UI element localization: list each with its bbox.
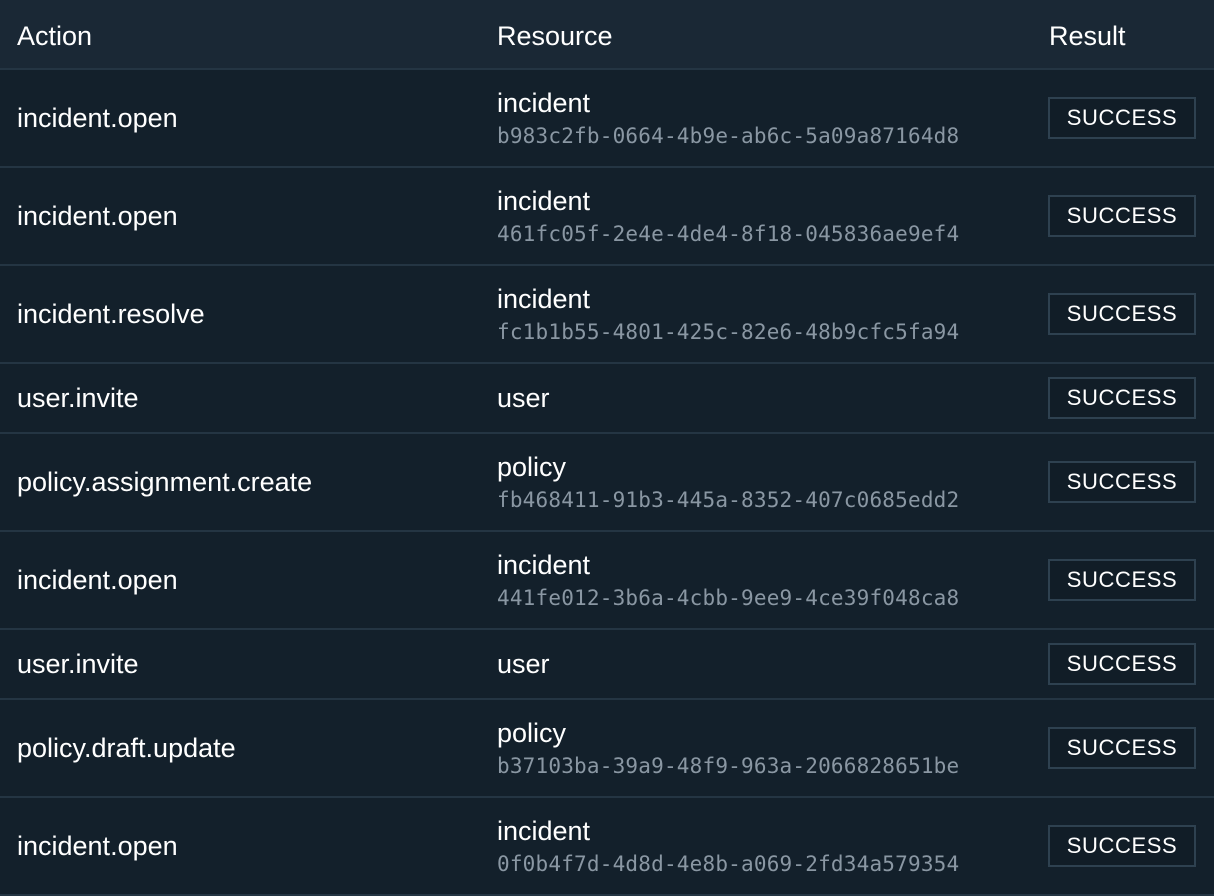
action-cell: user.invite	[17, 382, 139, 413]
column-header-resource[interactable]: Resource	[497, 0, 613, 70]
resource-id: b37103ba-39a9-48f9-963a-2066828651be	[497, 753, 960, 778]
resource-id: 461fc05f-2e4e-4de4-8f18-045836ae9ef4	[497, 221, 960, 246]
table-row[interactable]: user.invite user SUCCESS	[0, 364, 1214, 434]
result-cell: SUCCESS	[1048, 630, 1196, 698]
status-badge: SUCCESS	[1048, 643, 1196, 685]
resource-id: fc1b1b55-4801-425c-82e6-48b9cfc5fa94	[497, 319, 960, 344]
status-badge: SUCCESS	[1048, 559, 1196, 601]
result-cell: SUCCESS	[1048, 434, 1196, 530]
action-cell: incident.open	[17, 102, 178, 133]
resource-type: user	[497, 383, 550, 413]
result-cell: SUCCESS	[1048, 532, 1196, 628]
resource-type: incident	[497, 815, 591, 846]
resource-cell: incident 461fc05f-2e4e-4de4-8f18-045836a…	[497, 168, 959, 264]
table-row[interactable]: incident.open incident 461fc05f-2e4e-4de…	[0, 168, 1214, 266]
result-cell: SUCCESS	[1048, 798, 1196, 894]
table-row[interactable]: incident.resolve incident fc1b1b55-4801-…	[0, 266, 1214, 364]
resource-type: policy	[497, 451, 567, 482]
action-cell: policy.draft.update	[17, 732, 236, 763]
result-cell: SUCCESS	[1048, 168, 1196, 264]
resource-type: incident	[497, 283, 591, 314]
action-cell: incident.resolve	[17, 298, 205, 329]
audit-log-table: Action Resource Result incident.open inc…	[0, 0, 1214, 896]
resource-type: incident	[497, 549, 591, 580]
resource-cell: user	[497, 630, 550, 698]
table-row[interactable]: incident.open incident 441fe012-3b6a-4cb…	[0, 532, 1214, 630]
status-badge: SUCCESS	[1048, 377, 1196, 419]
resource-cell: incident 0f0b4f7d-4d8d-4e8b-a069-2fd34a5…	[497, 798, 959, 894]
table-row[interactable]: incident.open incident 0f0b4f7d-4d8d-4e8…	[0, 798, 1214, 896]
result-cell: SUCCESS	[1048, 266, 1196, 362]
resource-cell: incident fc1b1b55-4801-425c-82e6-48b9cfc…	[497, 266, 959, 362]
resource-cell: incident 441fe012-3b6a-4cbb-9ee9-4ce39f0…	[497, 532, 959, 628]
resource-type: policy	[497, 717, 567, 748]
resource-id: 441fe012-3b6a-4cbb-9ee9-4ce39f048ca8	[497, 585, 960, 610]
action-cell: incident.open	[17, 200, 178, 231]
result-cell: SUCCESS	[1048, 364, 1196, 432]
table-header: Action Resource Result	[0, 0, 1214, 70]
result-cell: SUCCESS	[1048, 700, 1196, 796]
status-badge: SUCCESS	[1048, 293, 1196, 335]
resource-cell: incident b983c2fb-0664-4b9e-ab6c-5a09a87…	[497, 70, 959, 166]
column-header-action[interactable]: Action	[17, 0, 92, 70]
resource-id: fb468411-91b3-445a-8352-407c0685edd2	[497, 487, 960, 512]
resource-type: incident	[497, 87, 591, 118]
action-cell: user.invite	[17, 648, 139, 679]
status-badge: SUCCESS	[1048, 195, 1196, 237]
action-cell: incident.open	[17, 830, 178, 861]
resource-cell: policy fb468411-91b3-445a-8352-407c0685e…	[497, 434, 959, 530]
status-badge: SUCCESS	[1048, 825, 1196, 867]
result-cell: SUCCESS	[1048, 70, 1196, 166]
resource-id: 0f0b4f7d-4d8d-4e8b-a069-2fd34a579354	[497, 851, 960, 876]
resource-type: user	[497, 649, 550, 679]
status-badge: SUCCESS	[1048, 461, 1196, 503]
resource-type: incident	[497, 185, 591, 216]
action-cell: incident.open	[17, 564, 178, 595]
table-row[interactable]: policy.assignment.create policy fb468411…	[0, 434, 1214, 532]
table-row[interactable]: user.invite user SUCCESS	[0, 630, 1214, 700]
column-header-result[interactable]: Result	[1049, 0, 1126, 70]
resource-cell: policy b37103ba-39a9-48f9-963a-206682865…	[497, 700, 959, 796]
table-row[interactable]: policy.draft.update policy b37103ba-39a9…	[0, 700, 1214, 798]
status-badge: SUCCESS	[1048, 97, 1196, 139]
status-badge: SUCCESS	[1048, 727, 1196, 769]
resource-cell: user	[497, 364, 550, 432]
table-row[interactable]: incident.open incident b983c2fb-0664-4b9…	[0, 70, 1214, 168]
action-cell: policy.assignment.create	[17, 466, 313, 497]
resource-id: b983c2fb-0664-4b9e-ab6c-5a09a87164d8	[497, 123, 960, 148]
